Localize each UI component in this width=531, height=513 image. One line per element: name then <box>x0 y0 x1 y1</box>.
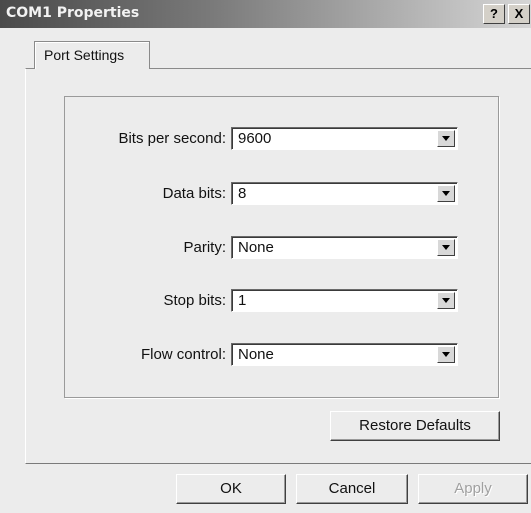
chevron-down-icon[interactable] <box>437 292 455 309</box>
ok-button[interactable]: OK <box>176 474 286 504</box>
window-title: COM1 Properties <box>6 5 140 21</box>
bits-per-second-label: Bits per second: <box>118 130 226 147</box>
chevron-down-icon[interactable] <box>437 185 455 202</box>
parity-value: None <box>238 239 274 256</box>
title-bar[interactable]: COM1 Properties ? X <box>0 0 531 28</box>
cancel-label: Cancel <box>328 480 376 497</box>
parity-label: Parity: <box>183 239 226 256</box>
restore-defaults-label: Restore Defaults <box>359 417 471 434</box>
parity-select[interactable]: None <box>231 236 458 259</box>
apply-button: Apply <box>418 474 528 504</box>
data-bits-label: Data bits: <box>162 185 226 202</box>
chevron-down-icon[interactable] <box>437 130 455 147</box>
com-properties-dialog: COM1 Properties ? X Port Settings Bits p… <box>0 0 531 513</box>
help-button[interactable]: ? <box>483 4 505 24</box>
close-button[interactable]: X <box>508 4 530 24</box>
cancel-button[interactable]: Cancel <box>296 474 408 504</box>
bits-per-second-value: 9600 <box>238 130 272 147</box>
apply-label: Apply <box>454 480 492 497</box>
data-bits-value: 8 <box>238 185 247 202</box>
chevron-down-icon[interactable] <box>437 239 455 256</box>
restore-defaults-button[interactable]: Restore Defaults <box>330 411 500 441</box>
tab-port-settings[interactable]: Port Settings <box>34 41 150 69</box>
stop-bits-select[interactable]: 1 <box>231 289 458 312</box>
flow-control-label: Flow control: <box>140 346 226 363</box>
flow-control-select[interactable]: None <box>231 343 458 366</box>
data-bits-select[interactable]: 8 <box>231 182 458 205</box>
flow-control-value: None <box>238 346 274 363</box>
ok-label: OK <box>220 480 242 497</box>
stop-bits-value: 1 <box>238 292 247 309</box>
tab-label: Port Settings <box>44 47 125 63</box>
bits-per-second-select[interactable]: 9600 <box>231 127 458 150</box>
stop-bits-label: Stop bits: <box>163 292 226 309</box>
chevron-down-icon[interactable] <box>437 346 455 363</box>
